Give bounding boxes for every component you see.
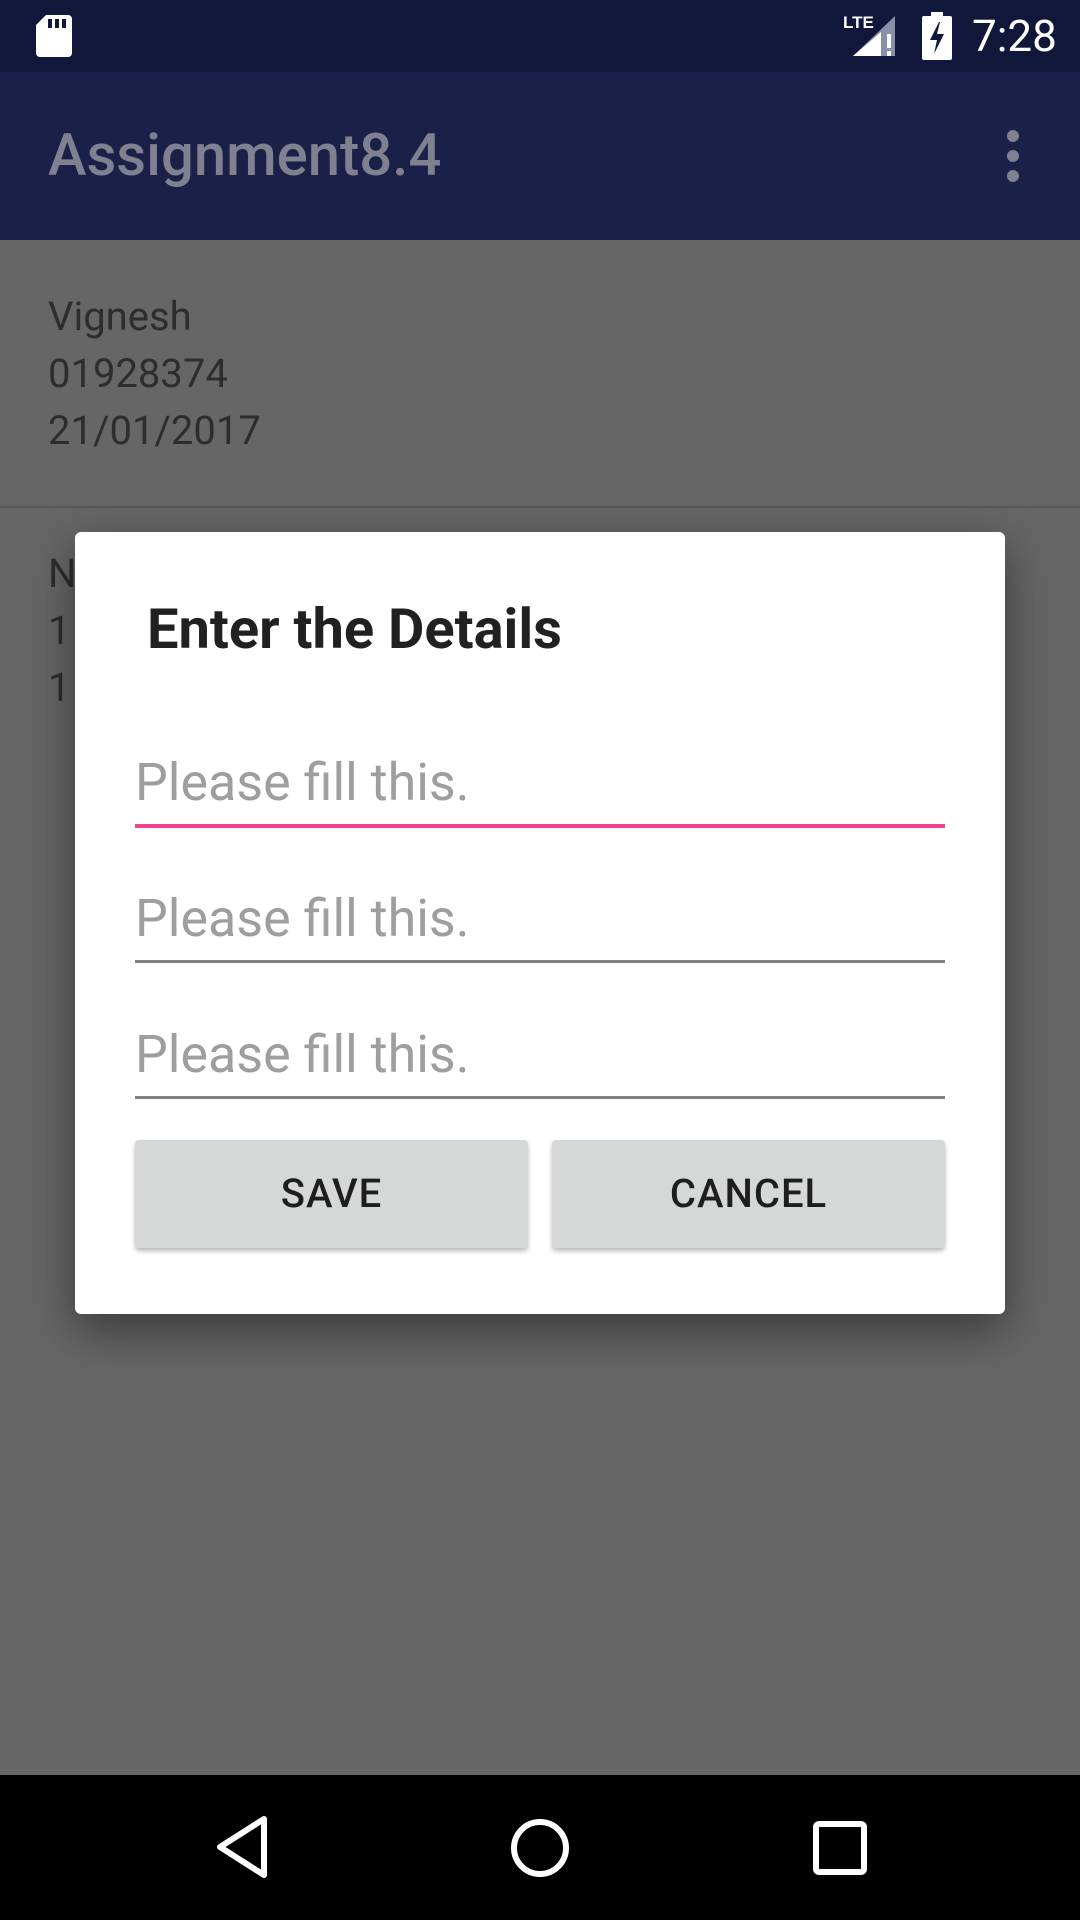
status-time: 7:28 — [972, 10, 1057, 62]
lte-signal-icon: LTE — [843, 13, 895, 56]
detail-field-3[interactable] — [135, 1014, 945, 1094]
home-icon[interactable] — [509, 1817, 571, 1879]
list-item-name: Vignesh — [48, 293, 192, 340]
dialog-title: Enter the Details — [147, 596, 562, 662]
cancel-button[interactable]: CANCEL — [552, 1140, 945, 1248]
back-icon[interactable] — [214, 1815, 270, 1879]
battery-charging-icon — [922, 12, 952, 60]
detail-field-1-underline — [135, 824, 945, 828]
navigation-bar — [0, 1775, 1080, 1920]
detail-field-1[interactable] — [135, 742, 945, 822]
more-vert-icon[interactable] — [999, 130, 1027, 182]
detail-field-2-underline — [135, 960, 945, 963]
detail-field-2[interactable] — [135, 878, 945, 958]
status-bar: LTE 7:28 — [0, 0, 1080, 72]
sd-card-icon — [36, 15, 72, 57]
list-item-number: 1 — [48, 607, 71, 654]
list-item-name: N — [48, 550, 77, 597]
save-button[interactable]: SAVE — [135, 1140, 528, 1248]
details-dialog: Enter the Details SAVE CANCEL — [75, 532, 1005, 1314]
list-item-date: 1 — [48, 664, 71, 711]
list-item-date: 21/01/2017 — [48, 407, 261, 454]
detail-field-3-underline — [135, 1096, 945, 1099]
svg-text:LTE: LTE — [843, 13, 874, 32]
recents-icon[interactable] — [812, 1820, 868, 1876]
list-item-number: 01928374 — [48, 350, 228, 397]
app-title: Assignment8.4 — [48, 122, 442, 190]
list-item[interactable]: Vignesh 01928374 21/01/2017 — [0, 240, 1080, 506]
app-bar: Assignment8.4 — [0, 72, 1080, 240]
